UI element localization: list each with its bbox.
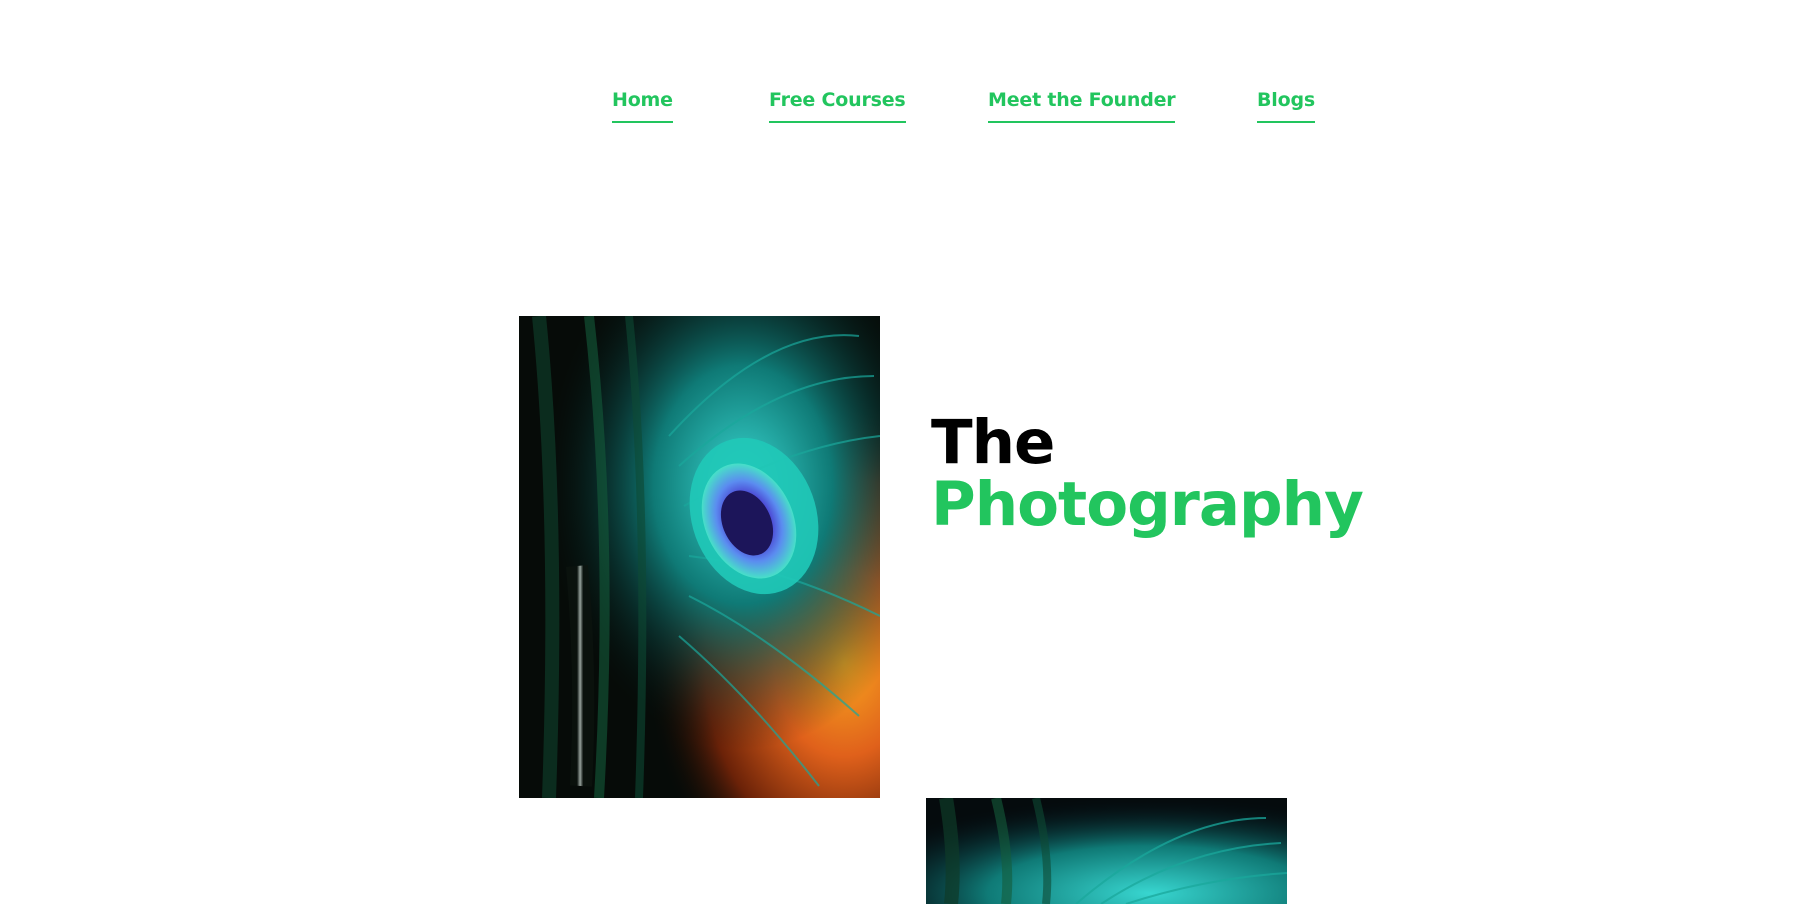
- hero-title: The Photography: [931, 407, 1364, 540]
- nav-link-meet-the-founder[interactable]: Meet the Founder: [988, 86, 1176, 123]
- hero-image-peacock-feather: [519, 316, 880, 798]
- hero-title-line-1: The: [931, 407, 1055, 478]
- main-nav: Home Free Courses Meet the Founder Blogs: [0, 86, 1804, 126]
- nav-link-free-courses[interactable]: Free Courses: [769, 86, 906, 123]
- nav-link-blogs[interactable]: Blogs: [1257, 86, 1315, 123]
- nav-link-home[interactable]: Home: [612, 86, 673, 123]
- hero-title-line-2: Photography: [931, 469, 1364, 540]
- secondary-image-peacock-feather: [926, 798, 1287, 904]
